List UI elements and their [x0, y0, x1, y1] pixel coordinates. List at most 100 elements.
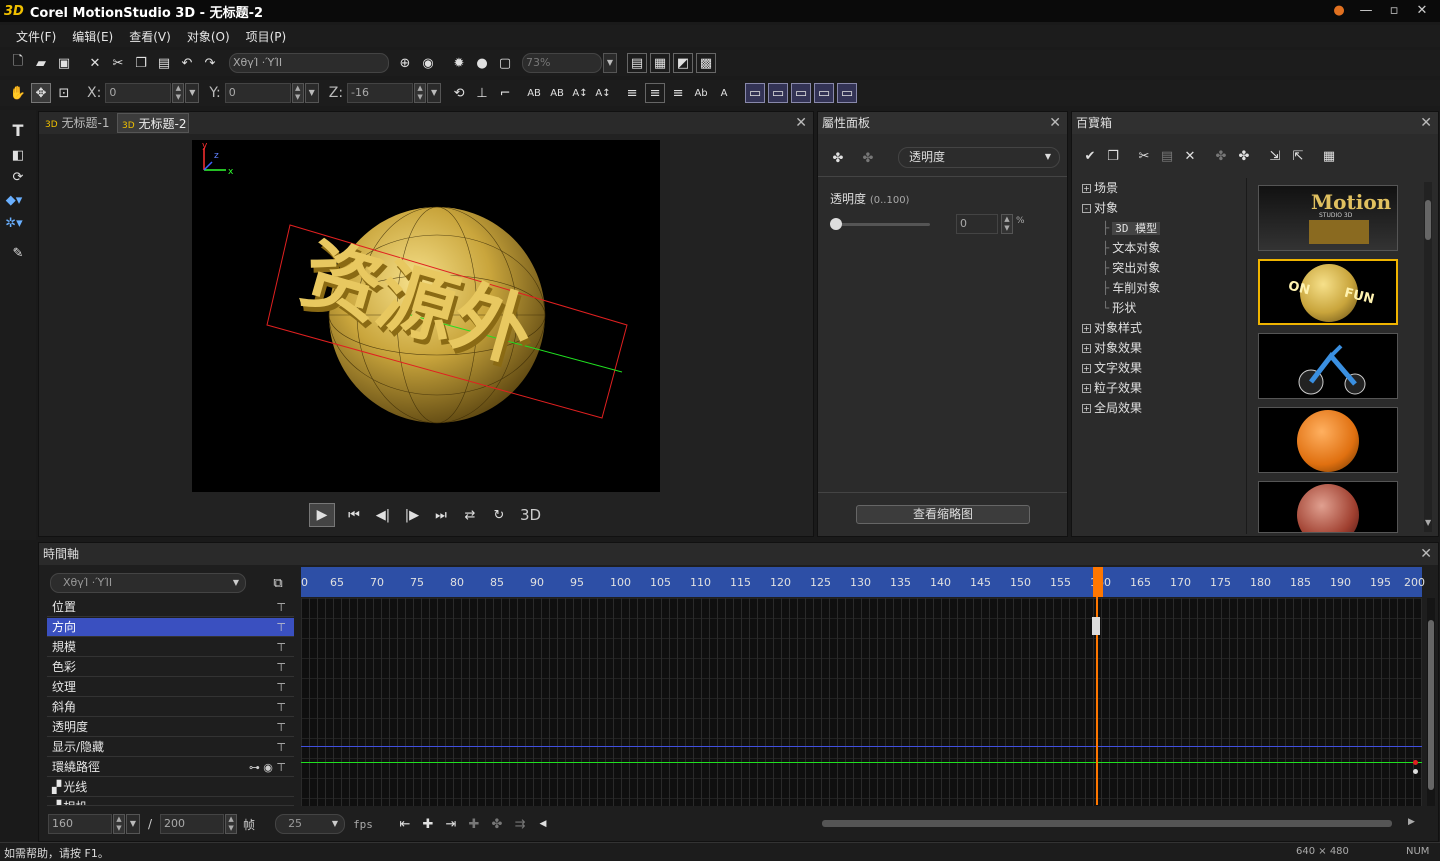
copy-icon[interactable]: ❐ [1103, 146, 1123, 166]
import-file-icon[interactable]: ⇲ [1265, 146, 1285, 166]
step-back-icon[interactable]: ◀| [373, 505, 393, 525]
expand-icon[interactable]: + [1082, 184, 1091, 193]
timeline-copy-icon[interactable]: ⧉ [268, 573, 288, 593]
shape-tool-icon[interactable]: ◆▾ [4, 190, 24, 210]
total-frames-input[interactable]: 200 [160, 814, 225, 834]
track-row[interactable]: 位置 ⊤ [47, 598, 294, 617]
app-orb-icon[interactable]: ● [1325, 0, 1353, 22]
x-stepper[interactable]: ▲ ▼ [172, 83, 185, 103]
step-forward-icon[interactable]: |▶ [402, 505, 422, 525]
layout-icon-3[interactable]: ◩ [673, 53, 693, 73]
tab-untitled-2[interactable]: 3D 无标题-2 [117, 113, 189, 133]
timeline-hscroll-thumb[interactable] [822, 820, 1392, 827]
key-remove-icon[interactable]: ✚ [464, 814, 484, 834]
scroll-left-icon[interactable]: ◀ [533, 814, 553, 834]
view-side-icon[interactable]: ▭ [791, 83, 812, 103]
rotate-icon[interactable]: ⟲ [449, 83, 469, 103]
properties-close-icon[interactable]: ✕ [1049, 112, 1061, 134]
3d-viewport[interactable]: y x z 资源外 资源外 [192, 140, 660, 492]
undo-icon[interactable]: ↶ [177, 53, 197, 73]
timeline-object-dropdown[interactable]: ΧθγΊ ·ΎΊΙ ▼ [50, 573, 246, 593]
text-style-icon[interactable]: A [714, 83, 734, 103]
go-start-icon[interactable]: ⏮ [344, 505, 364, 525]
menu-view[interactable]: 查看(V) [129, 28, 171, 45]
tree-item[interactable]: + 粒子效果 [1082, 378, 1247, 398]
track-row[interactable]: 透明度 ⊤ [47, 718, 294, 737]
expand-icon[interactable]: + [1082, 344, 1091, 353]
align-left-icon[interactable]: ≡ [622, 83, 642, 103]
z-stepper[interactable]: ▲ ▼ [414, 83, 427, 103]
keyframe-end[interactable] [1413, 769, 1418, 774]
extrude-tool-icon[interactable]: ◧ [8, 145, 28, 165]
paste-icon[interactable]: ▤ [154, 53, 174, 73]
maximize-button[interactable]: ▫ [1380, 0, 1408, 22]
tree-item[interactable]: + 对象效果 [1082, 338, 1247, 358]
collapse-icon[interactable]: - [1082, 204, 1091, 213]
view-back-icon[interactable]: ▭ [814, 83, 835, 103]
track-row[interactable]: ▞ 光线 [47, 778, 294, 797]
paste-icon[interactable]: ▤ [1157, 146, 1177, 166]
timeline-vscroll[interactable] [1427, 598, 1435, 806]
keyframe-grid[interactable] [301, 598, 1422, 806]
opacity-slider-thumb[interactable] [830, 218, 842, 230]
save-icon[interactable]: ▣ [54, 53, 74, 73]
library-scrollbar[interactable] [1424, 182, 1432, 532]
library-close-icon[interactable]: ✕ [1420, 112, 1432, 134]
text-ab-icon[interactable]: AB [524, 83, 544, 103]
current-frame-chevron-down-icon[interactable]: ▼ [126, 814, 140, 834]
redo-icon[interactable]: ↷ [200, 53, 220, 73]
keyframe-end[interactable] [1413, 760, 1418, 765]
z-input[interactable]: -16 [347, 83, 414, 103]
y-stepper[interactable]: ▲ ▼ [291, 83, 304, 103]
crop-icon[interactable]: ⌐ [495, 83, 515, 103]
y-chevron-down-icon[interactable]: ▼ [304, 83, 319, 103]
import-icon[interactable]: ✤ [1211, 146, 1231, 166]
expand-icon[interactable]: + [1082, 384, 1091, 393]
track-row[interactable]: 斜角 ⊤ [47, 698, 294, 717]
new-file-icon[interactable]: 🗋 [8, 53, 28, 73]
tree-item[interactable]: ├ 3D 模型 [1082, 218, 1247, 238]
lathe-tool-icon[interactable]: ⟳ [8, 167, 28, 187]
layout-icon-1[interactable]: ▤ [627, 53, 647, 73]
pin-icon[interactable]: ⊶ ◉ ⊤ [249, 758, 286, 777]
pin-icon[interactable]: ⊤ [276, 638, 286, 657]
library-scroll-down-icon[interactable]: ▼ [1425, 518, 1431, 527]
tree-item[interactable]: + 文字效果 [1082, 358, 1247, 378]
text-ab2-icon[interactable]: AB [547, 83, 567, 103]
add-icon[interactable]: ✤ [1234, 146, 1254, 166]
current-frame-input[interactable]: 160 [48, 814, 112, 834]
go-end-icon[interactable]: ⏭ [431, 505, 451, 525]
delete-icon[interactable]: ✕ [85, 53, 105, 73]
library-scroll-thumb[interactable] [1425, 200, 1431, 240]
pin-icon[interactable]: ⊤ [276, 598, 286, 617]
loop-icon[interactable]: ⇄ [460, 505, 480, 525]
opacity-input[interactable]: 0 [956, 214, 998, 234]
current-frame-stepper[interactable]: ▲ ▼ [113, 814, 125, 834]
edit-tool-icon[interactable]: ✎ [8, 243, 28, 263]
text-spacing-icon[interactable]: A↕ [570, 83, 590, 103]
layout-icon-4[interactable]: ▩ [696, 53, 716, 73]
zoom-chevron-down-icon[interactable]: ▼ [603, 53, 617, 73]
tree-item[interactable]: + 场景 [1082, 178, 1247, 198]
copy-icon[interactable]: ❐ [131, 53, 151, 73]
pin-icon[interactable]: ⊤ [276, 738, 286, 757]
tree-item[interactable]: + 全局效果 [1082, 398, 1247, 418]
expand-icon[interactable]: + [1082, 364, 1091, 373]
view-top-icon[interactable]: ▭ [768, 83, 789, 103]
scroll-right-icon[interactable]: ▶ [1408, 817, 1415, 827]
rotate-view-icon[interactable]: ↻ [489, 505, 509, 525]
scale-icon[interactable]: ⊡ [54, 83, 74, 103]
y-input[interactable]: 0 [224, 83, 291, 103]
pin-icon[interactable]: ⊤ [276, 698, 286, 717]
view-bottom-icon[interactable]: ▭ [837, 83, 858, 103]
3d-view-button[interactable]: 3D [520, 506, 541, 524]
tree-item[interactable]: - 对象 [1082, 198, 1247, 218]
timeline-vscroll-thumb[interactable] [1428, 620, 1434, 790]
apply-icon[interactable]: ✔ [1080, 146, 1100, 166]
cut-icon[interactable]: ✂ [1134, 146, 1154, 166]
close-window-button[interactable]: ✕ [1408, 0, 1436, 22]
key-add-icon[interactable]: ✚ [418, 814, 438, 834]
tree-item[interactable]: ├ 文本对象 [1082, 238, 1247, 258]
opacity-slider[interactable] [830, 218, 930, 230]
tree-item[interactable]: ├ 突出对象 [1082, 258, 1247, 278]
